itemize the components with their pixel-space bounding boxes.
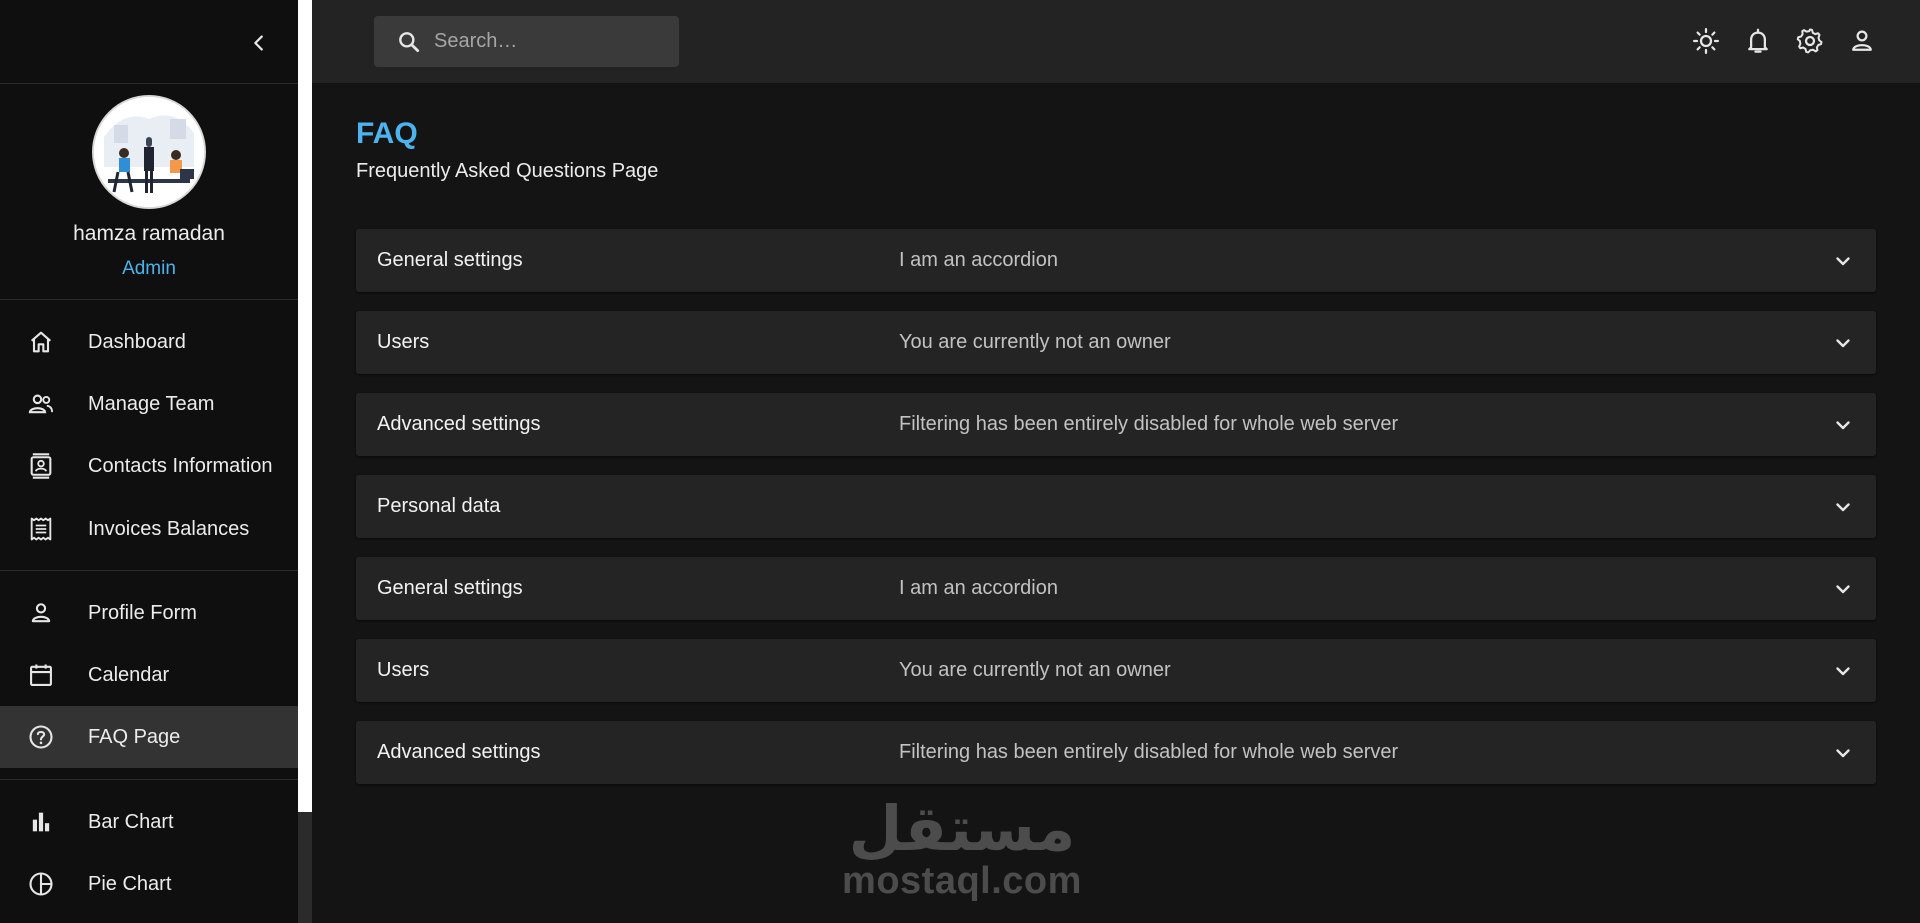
accordion-summary: Filtering has been entirely disabled for… bbox=[899, 413, 1399, 435]
accordion-summary: I am an accordion bbox=[899, 577, 1058, 599]
page-title: FAQ bbox=[356, 117, 418, 150]
accordion-title: Personal data bbox=[377, 495, 501, 517]
page-subtitle: Frequently Asked Questions Page bbox=[356, 160, 659, 182]
accordion-title: General settings bbox=[377, 577, 523, 599]
chevron-down-icon[interactable] bbox=[1828, 410, 1858, 440]
sidebar-item-invoices[interactable]: Invoices Balances bbox=[0, 498, 298, 560]
light-mode-icon bbox=[1693, 28, 1719, 54]
accordion-summary: You are currently not an owner bbox=[899, 331, 1171, 353]
sidebar-item-label: Dashboard bbox=[88, 330, 186, 353]
sidebar-item-profile-form[interactable]: Profile Form bbox=[0, 582, 298, 644]
sidebar-item-dashboard[interactable]: Dashboard bbox=[0, 311, 298, 373]
user-name: hamza ramadan bbox=[73, 222, 225, 245]
sidebar-divider bbox=[0, 570, 298, 571]
sidebar-item-label: Calendar bbox=[88, 663, 170, 686]
sidebar-item-label: Profile Form bbox=[88, 601, 197, 624]
receipt-icon bbox=[26, 514, 56, 544]
sidebar: hamza ramadan Admin Dashboard Manage Tea… bbox=[0, 0, 298, 923]
accordion-summary: Filtering has been entirely disabled for… bbox=[899, 741, 1399, 763]
sidebar-item-label: Bar Chart bbox=[88, 810, 174, 833]
sidebar-item-label: Pie Chart bbox=[88, 872, 172, 895]
chevron-down-icon[interactable] bbox=[1828, 246, 1858, 276]
watermark-text: mostaql.com bbox=[842, 860, 1082, 902]
accordion-title: Users bbox=[377, 331, 430, 353]
accordion-title: Advanced settings bbox=[377, 741, 541, 763]
notifications-button[interactable] bbox=[1742, 25, 1774, 57]
svg-text:مستقل: مستقل bbox=[849, 792, 1076, 862]
faq-accordion[interactable]: General settings I am an accordion bbox=[356, 229, 1876, 292]
user-role: Admin bbox=[122, 258, 176, 279]
sidebar-item-faq[interactable]: FAQ Page bbox=[0, 706, 298, 768]
sidebar-item-label: FAQ Page bbox=[88, 725, 181, 748]
contacts-icon bbox=[26, 451, 56, 481]
chevron-down-icon[interactable] bbox=[1828, 328, 1858, 358]
sidebar-item-label: Manage Team bbox=[88, 392, 215, 415]
faq-accordion[interactable]: Users You are currently not an owner bbox=[356, 639, 1876, 702]
account-icon bbox=[1852, 30, 1872, 51]
faq-accordion[interactable]: Advanced settings Filtering has been ent… bbox=[356, 393, 1876, 456]
accordion-summary: I am an accordion bbox=[899, 249, 1058, 271]
chevron-down-icon[interactable] bbox=[1828, 656, 1858, 686]
sidebar-collapse-button[interactable] bbox=[243, 27, 275, 59]
settings-button[interactable] bbox=[1794, 25, 1826, 57]
accordion-title: Advanced settings bbox=[377, 413, 541, 435]
settings-icon bbox=[1796, 28, 1823, 54]
sidebar-item-label: Contacts Information bbox=[88, 454, 273, 477]
sidebar-divider bbox=[0, 83, 298, 84]
chevron-left-icon bbox=[254, 35, 263, 51]
person-icon bbox=[26, 598, 56, 628]
accordion-summary: You are currently not an owner bbox=[899, 659, 1171, 681]
chevron-down-icon[interactable] bbox=[1828, 574, 1858, 604]
sidebar-divider bbox=[0, 299, 298, 300]
watermark: مستقل mostaql.com bbox=[842, 792, 1082, 902]
people-icon bbox=[26, 389, 56, 419]
sidebar-item-calendar[interactable]: Calendar bbox=[0, 644, 298, 706]
search-icon[interactable] bbox=[396, 29, 422, 55]
chevron-down-icon[interactable] bbox=[1828, 738, 1858, 768]
faq-accordion[interactable]: Advanced settings Filtering has been ent… bbox=[356, 721, 1876, 784]
accordion-title: Users bbox=[377, 659, 430, 681]
search-box[interactable] bbox=[374, 16, 679, 67]
chevron-down-icon[interactable] bbox=[1828, 492, 1858, 522]
search-input[interactable] bbox=[434, 26, 664, 56]
pie-chart-icon bbox=[26, 869, 56, 899]
home-icon bbox=[26, 327, 56, 357]
accordion-title: General settings bbox=[377, 249, 523, 271]
sidebar-item-pie-chart[interactable]: Pie Chart bbox=[0, 853, 298, 915]
watermark-logo: مستقل bbox=[849, 792, 1076, 865]
sidebar-item-bar-chart[interactable]: Bar Chart bbox=[0, 791, 298, 853]
sidebar-item-manage-team[interactable]: Manage Team bbox=[0, 373, 298, 435]
light-mode-button[interactable] bbox=[1690, 25, 1722, 57]
help-circle-icon bbox=[26, 722, 56, 752]
faq-accordion[interactable]: Personal data bbox=[356, 475, 1876, 538]
team-illustration bbox=[94, 97, 204, 207]
avatar bbox=[92, 95, 206, 209]
sidebar-divider bbox=[0, 779, 298, 780]
app-root: hamza ramadan Admin Dashboard Manage Tea… bbox=[0, 0, 1920, 923]
sidebar-item-contacts[interactable]: Contacts Information bbox=[0, 435, 298, 497]
faq-accordion[interactable]: General settings I am an accordion bbox=[356, 557, 1876, 620]
sidebar-scrollbar-thumb[interactable] bbox=[298, 812, 312, 923]
faq-accordion[interactable]: Users You are currently not an owner bbox=[356, 311, 1876, 374]
calendar-icon bbox=[26, 660, 56, 690]
account-button[interactable] bbox=[1846, 25, 1878, 57]
sidebar-item-label: Invoices Balances bbox=[88, 517, 250, 540]
sidebar-scrollbar-track[interactable] bbox=[298, 0, 312, 923]
main-content: FAQ Frequently Asked Questions Page Gene… bbox=[312, 83, 1920, 923]
bar-chart-icon bbox=[26, 807, 56, 837]
notifications-icon bbox=[1748, 28, 1768, 53]
topbar bbox=[312, 0, 1920, 83]
